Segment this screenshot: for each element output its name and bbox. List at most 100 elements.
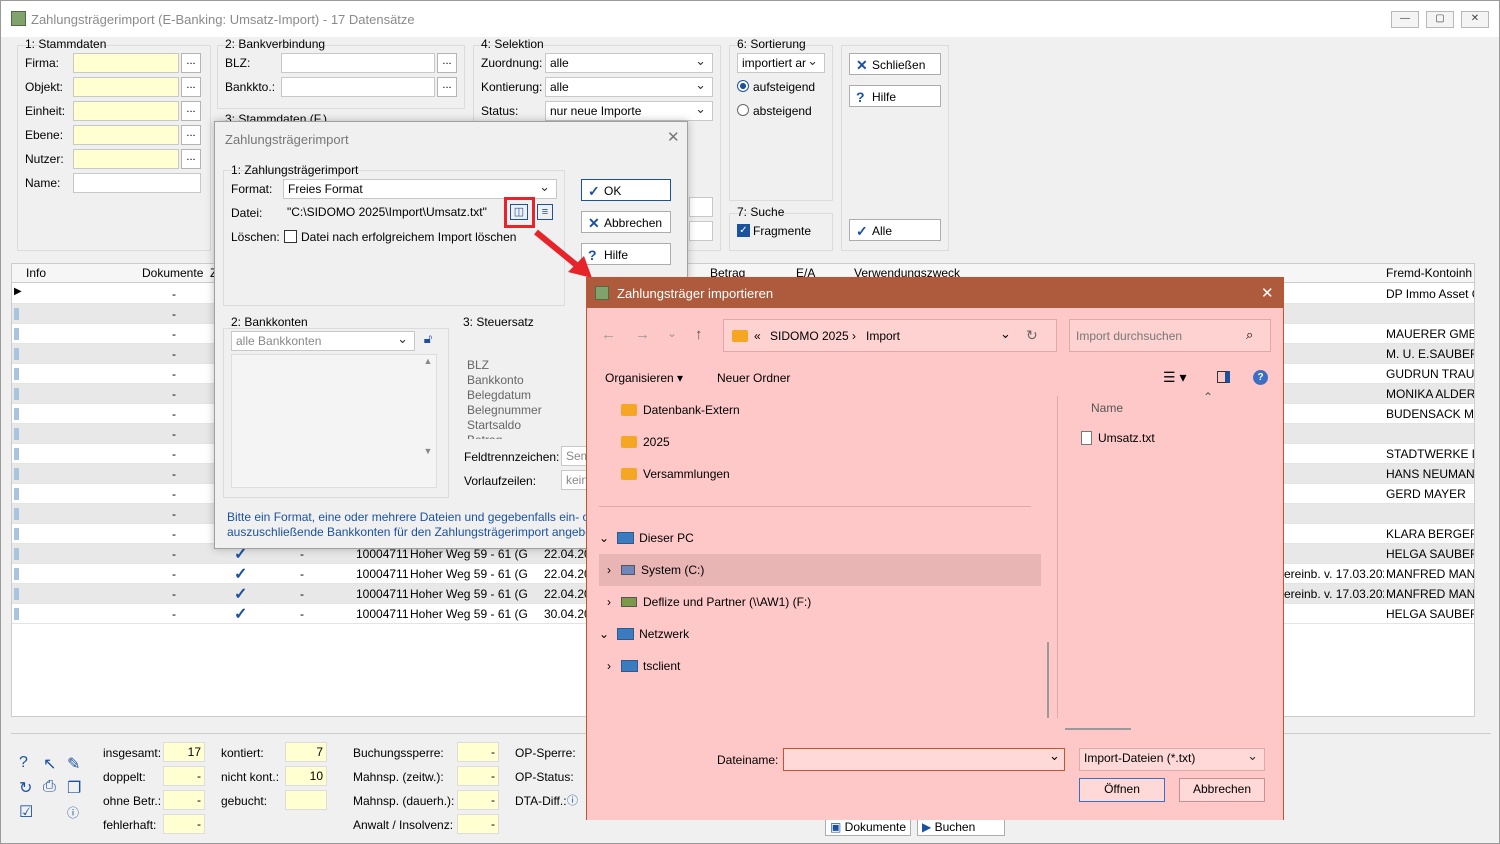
row-selector[interactable]: [14, 468, 19, 480]
alle-button[interactable]: ✓ Alle: [849, 219, 941, 241]
address-segment-1[interactable]: SIDOMO 2025: [770, 329, 849, 343]
row-selector[interactable]: [14, 528, 19, 540]
up-icon[interactable]: ↑: [695, 326, 703, 343]
row-selector[interactable]: [14, 548, 19, 560]
horizontal-scrollbar[interactable]: [1065, 728, 1131, 730]
file-list-icon[interactable]: ≡: [537, 204, 553, 220]
tree-this-pc[interactable]: ⌄ Dieser PC: [599, 531, 694, 545]
einheit-input[interactable]: [73, 101, 179, 121]
nutzer-browse-button[interactable]: ...: [181, 149, 201, 169]
row-selector[interactable]: [14, 608, 19, 620]
selektion-field-4[interactable]: [689, 197, 713, 217]
row-selector[interactable]: [14, 328, 19, 340]
bankkonten-select[interactable]: alle Bankkonten: [231, 331, 415, 351]
tree-folder-versammlungen[interactable]: Versammlungen: [621, 467, 730, 481]
info-icon[interactable]: ⓘ: [67, 804, 79, 821]
help-icon[interactable]: ?: [1253, 370, 1268, 385]
radio-aufsteigend[interactable]: [737, 80, 749, 92]
nutzer-input[interactable]: [73, 149, 179, 169]
format-select[interactable]: Freies Format: [283, 179, 557, 199]
col-fremd-kontoinhaber[interactable]: Fremd-Kontoinh: [1386, 266, 1472, 280]
preview-pane-icon[interactable]: [1217, 371, 1230, 383]
file-item-umsatz[interactable]: Umsatz.txt: [1081, 431, 1155, 445]
dialog-close-icon[interactable]: ✕: [667, 128, 680, 146]
row-selector[interactable]: [14, 348, 19, 360]
info-icon[interactable]: ⓘ: [567, 792, 578, 808]
cancel-button[interactable]: Abbrechen: [1179, 778, 1265, 802]
view-menu-icon[interactable]: ☰ ▾: [1163, 369, 1186, 386]
search-box[interactable]: Import durchsuchen ⌕: [1069, 319, 1271, 352]
lock-icon[interactable]: 🔓︎: [419, 331, 437, 349]
radio-absteigend[interactable]: [737, 104, 749, 116]
tree-network[interactable]: ⌄ Netzwerk: [599, 627, 689, 641]
file-dialog-close-icon[interactable]: ✕: [1261, 284, 1274, 302]
selektion-field-5[interactable]: [689, 221, 713, 241]
buchen-button[interactable]: ▶ Buchen: [917, 818, 1005, 836]
hilfe-button[interactable]: ? Hilfe: [849, 85, 941, 107]
row-selector[interactable]: [14, 408, 19, 420]
open-button[interactable]: Öffnen: [1079, 778, 1165, 802]
tree-tsclient[interactable]: › tsclient: [607, 659, 680, 673]
copy-icon[interactable]: ❐: [67, 778, 81, 798]
row-selector[interactable]: [14, 588, 19, 600]
col-info[interactable]: Info: [26, 266, 46, 280]
blz-input[interactable]: [281, 53, 435, 73]
refresh-icon[interactable]: ↻: [19, 778, 32, 798]
col-name-header[interactable]: Name: [1091, 401, 1123, 415]
kontierung-select[interactable]: alle: [545, 77, 713, 97]
row-selector[interactable]: [14, 448, 19, 460]
row-selector[interactable]: [14, 488, 19, 500]
row-selector[interactable]: [14, 508, 19, 520]
fragmente-checkbox[interactable]: ✓: [737, 224, 750, 237]
help-icon[interactable]: ?: [19, 754, 28, 772]
objekt-browse-button[interactable]: ...: [181, 77, 201, 97]
forward-icon[interactable]: →: [635, 326, 650, 343]
vorlauf-input[interactable]: kein: [561, 470, 589, 490]
filetype-select[interactable]: Import-Dateien (*.txt): [1079, 748, 1265, 771]
col-dokumente[interactable]: Dokumente: [142, 266, 203, 280]
organize-menu[interactable]: Organisieren ▾: [605, 371, 683, 385]
open-file-icon[interactable]: ◫: [510, 204, 528, 220]
filename-input[interactable]: [783, 748, 1065, 771]
back-icon[interactable]: ←: [601, 326, 616, 343]
tree-folder-datenbank[interactable]: Datenbank-Extern: [621, 403, 740, 417]
address-bar[interactable]: « SIDOMO 2025 › Import ⌄ ↻: [723, 319, 1057, 352]
refresh-icon[interactable]: ↻: [1026, 327, 1038, 344]
address-dropdown-icon[interactable]: ⌄: [1000, 326, 1011, 342]
row-selector[interactable]: [14, 568, 19, 580]
einheit-browse-button[interactable]: ...: [181, 101, 201, 121]
maximize-button[interactable]: ▢: [1426, 11, 1454, 28]
address-overflow[interactable]: «: [754, 329, 761, 343]
tree-drive-c[interactable]: › System (C:): [607, 563, 704, 577]
file-list[interactable]: Name ⌃ Umsatz.txt: [1059, 390, 1283, 730]
name-input[interactable]: [73, 173, 201, 193]
tree-drive-f[interactable]: › Deflize und Partner (\\AW1) (F:): [607, 595, 811, 609]
schliessen-button[interactable]: ✕ Schließen: [849, 53, 941, 75]
minimize-button[interactable]: —: [1391, 11, 1419, 28]
tree-scrollbar[interactable]: [1047, 642, 1049, 718]
firma-browse-button[interactable]: ...: [181, 53, 201, 73]
zuordnung-select[interactable]: alle: [545, 53, 713, 73]
filename-dropdown-icon[interactable]: ⌄: [1049, 748, 1060, 764]
list-scrollbar[interactable]: ▲ ▼: [421, 356, 435, 486]
ebene-input[interactable]: [73, 125, 179, 145]
dokumente-button[interactable]: ▣ Dokumente: [825, 818, 911, 836]
close-button[interactable]: ✕: [1461, 11, 1489, 28]
datei-input[interactable]: "C:\SIDOMO 2025\Import\Umsatz.txt": [283, 203, 503, 223]
checkbox-icon[interactable]: ☑: [19, 802, 33, 822]
search-input[interactable]: Import durchsuchen: [1076, 329, 1182, 343]
row-selector[interactable]: [14, 368, 19, 380]
bankkonten-list[interactable]: [231, 354, 437, 488]
bankkonto-input[interactable]: [281, 77, 435, 97]
row-selector[interactable]: [14, 308, 19, 320]
objekt-input[interactable]: [73, 77, 179, 97]
firma-input[interactable]: [73, 53, 179, 73]
navigation-tree[interactable]: Datenbank-Extern 2025 Versammlungen ⌄ Die…: [587, 396, 1057, 718]
sortierung-select[interactable]: importiert ar: [737, 53, 825, 73]
address-segment-2[interactable]: Import: [866, 329, 900, 343]
new-folder-button[interactable]: Neuer Ordner: [717, 371, 790, 385]
pencil-icon[interactable]: ✎: [67, 754, 80, 774]
recent-dropdown-icon[interactable]: ⌄: [667, 326, 677, 340]
ebene-browse-button[interactable]: ...: [181, 125, 201, 145]
tree-folder-2025[interactable]: 2025: [621, 435, 670, 449]
